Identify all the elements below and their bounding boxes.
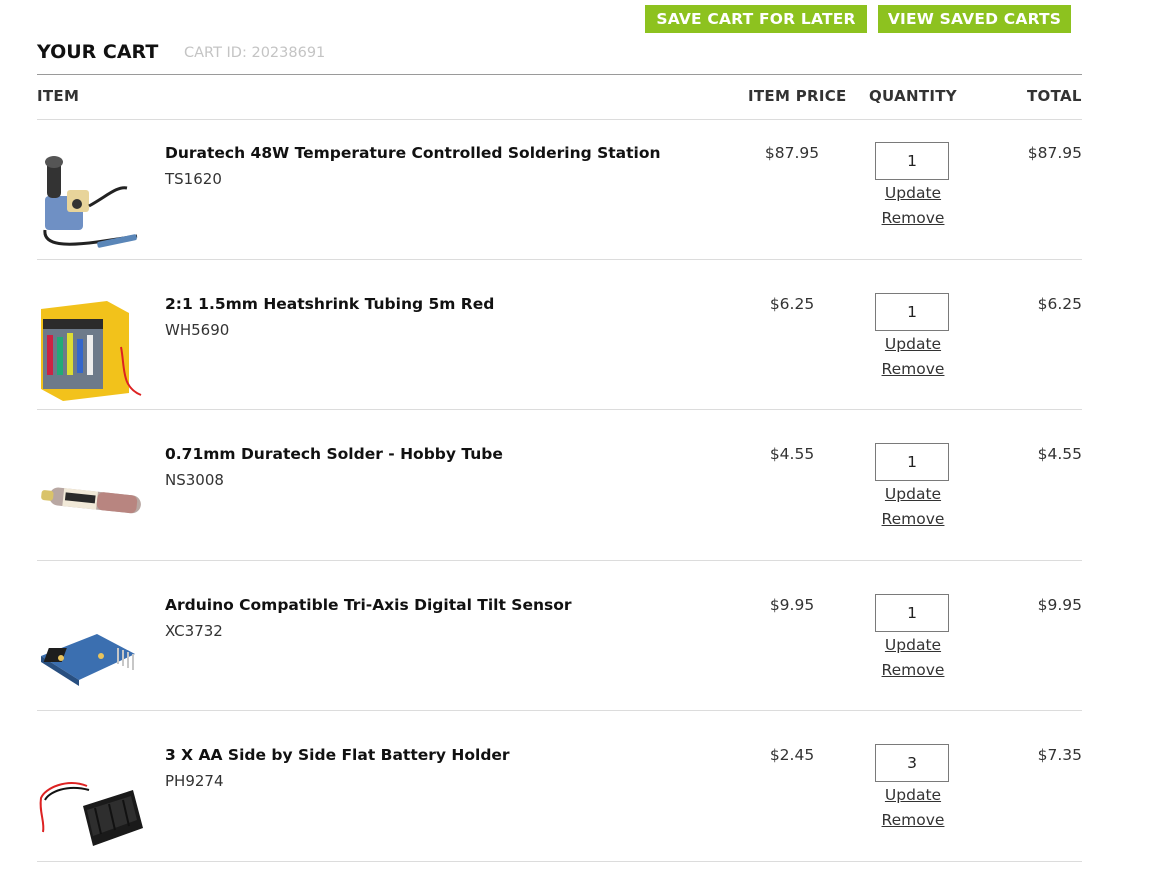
soldering-station-icon <box>43 156 138 248</box>
table-row: 3 X AA Side by Side Flat Battery Holder … <box>37 722 1082 872</box>
column-header-quantity: QUANTITY <box>869 87 957 105</box>
row-divider <box>37 710 1082 711</box>
remove-link[interactable]: Remove <box>857 209 969 227</box>
row-divider <box>37 861 1082 862</box>
quantity-input[interactable]: 3 <box>875 744 949 782</box>
product-sku: NS3008 <box>165 471 224 489</box>
solder-tube-icon <box>41 487 141 514</box>
column-header-price: ITEM PRICE <box>748 87 847 105</box>
line-total: $87.95 <box>1027 144 1082 162</box>
quantity-input[interactable]: 1 <box>875 142 949 180</box>
remove-link[interactable]: Remove <box>857 661 969 679</box>
row-divider <box>37 560 1082 561</box>
update-link[interactable]: Update <box>857 636 969 654</box>
column-header-item: ITEM <box>37 87 80 105</box>
remove-link[interactable]: Remove <box>857 811 969 829</box>
item-price: $9.95 <box>769 596 815 614</box>
remove-link[interactable]: Remove <box>857 360 969 378</box>
row-divider <box>37 259 1082 260</box>
update-link[interactable]: Update <box>857 184 969 202</box>
page-title: YOUR CART <box>37 41 159 63</box>
save-cart-button[interactable]: SAVE CART FOR LATER <box>645 5 867 33</box>
product-sku: WH5690 <box>165 321 230 339</box>
product-name[interactable]: 2:1 1.5mm Heatshrink Tubing 5m Red <box>165 295 494 313</box>
heatshrink-box-icon <box>41 301 142 401</box>
product-name[interactable]: 0.71mm Duratech Solder - Hobby Tube <box>165 445 503 463</box>
tilt-sensor-icon <box>41 634 135 686</box>
line-total: $4.55 <box>1037 445 1082 463</box>
quantity-input[interactable]: 1 <box>875 594 949 632</box>
cart-id-value: CART ID: 20238691 <box>184 45 326 61</box>
line-total: $7.35 <box>1037 746 1082 764</box>
item-price: $87.95 <box>764 144 820 162</box>
table-row: 0.71mm Duratech Solder - Hobby Tube NS30… <box>37 421 1082 571</box>
remove-link[interactable]: Remove <box>857 510 969 528</box>
item-price: $4.55 <box>769 445 815 463</box>
update-link[interactable]: Update <box>857 786 969 804</box>
header-divider <box>37 74 1082 75</box>
table-row: Arduino Compatible Tri-Axis Digital Tilt… <box>37 572 1082 722</box>
product-sku: XC3732 <box>165 622 223 640</box>
quantity-input[interactable]: 1 <box>875 293 949 331</box>
product-name[interactable]: Duratech 48W Temperature Controlled Sold… <box>165 144 661 162</box>
quantity-input[interactable]: 1 <box>875 443 949 481</box>
line-total: $6.25 <box>1037 295 1082 313</box>
product-sku: PH9274 <box>165 772 224 790</box>
line-total: $9.95 <box>1037 596 1082 614</box>
product-name[interactable]: 3 X AA Side by Side Flat Battery Holder <box>165 746 510 764</box>
product-sku: TS1620 <box>165 170 222 188</box>
item-price: $6.25 <box>769 295 815 313</box>
update-link[interactable]: Update <box>857 485 969 503</box>
column-header-total: TOTAL <box>1027 87 1082 105</box>
table-row: 2:1 1.5mm Heatshrink Tubing 5m Red WH569… <box>37 271 1082 421</box>
view-saved-carts-button[interactable]: VIEW SAVED CARTS <box>878 5 1071 33</box>
battery-holder-icon <box>39 782 143 846</box>
update-link[interactable]: Update <box>857 335 969 353</box>
item-price: $2.45 <box>769 746 815 764</box>
cart-id: CART ID: 20238691 <box>184 45 325 61</box>
row-divider <box>37 409 1082 410</box>
product-name[interactable]: Arduino Compatible Tri-Axis Digital Tilt… <box>165 596 572 614</box>
table-row: Duratech 48W Temperature Controlled Sold… <box>37 120 1082 270</box>
